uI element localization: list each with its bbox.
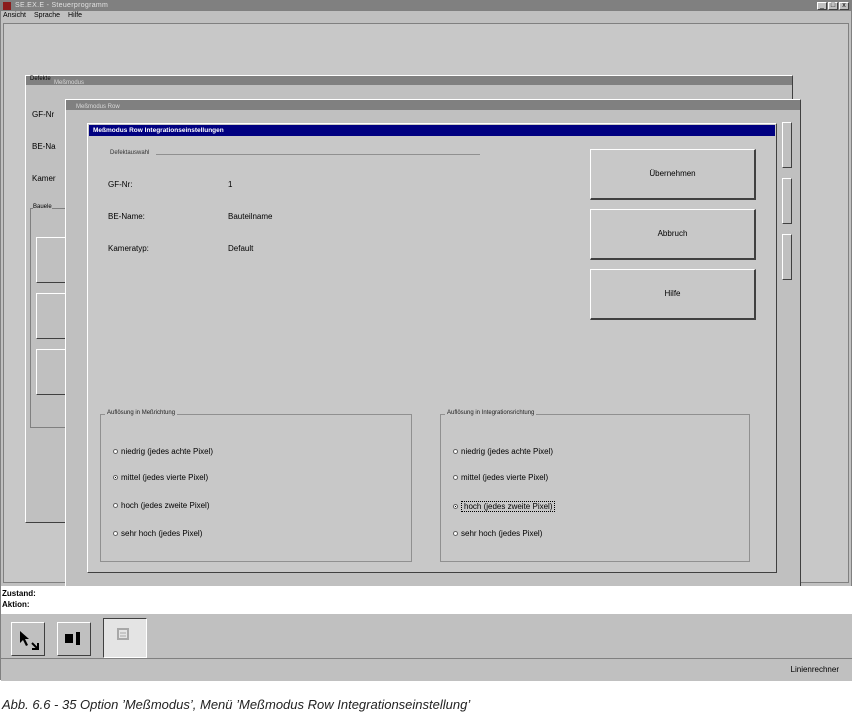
background-row-button-1[interactable] — [782, 122, 792, 168]
app-title: SE.EX.E - Steuerprogramm — [15, 2, 109, 9]
integration-settings-dialog: Meßmodus Row Integrationseinstellungen D… — [87, 123, 777, 573]
radio-integration-very-high[interactable]: sehr hoch (jedes Pixel) — [453, 529, 542, 538]
background-tab-label[interactable]: Defekte — [30, 76, 51, 82]
radio-measure-medium[interactable]: mittel (jedes vierte Pixel) — [113, 473, 208, 482]
radio-measure-high[interactable]: hoch (jedes zweite Pixel) — [113, 501, 209, 510]
background-label-gfnr: GF-Nr — [32, 110, 55, 119]
apply-button[interactable]: Übernehmen — [590, 149, 756, 200]
bottom-toolbar: Linienrechner — [1, 614, 852, 681]
radio-measure-low[interactable]: niedrig (jedes achte Pixel) — [113, 447, 213, 456]
bars-tool-icon — [65, 632, 80, 645]
disabled-tool-button[interactable] — [103, 618, 147, 658]
info-value-bename: Bauteilname — [228, 212, 273, 221]
group-measure-label: Auflösung in Meßrichtung — [105, 410, 178, 416]
radio-label: hoch (jedes zweite Pixel) — [121, 501, 210, 510]
background-dialog-titlebar: Meßmodus — [26, 76, 792, 86]
background-row-button-3[interactable] — [782, 234, 792, 280]
info-key-bename: BE-Name: — [108, 212, 145, 221]
bars-tool-button[interactable] — [57, 622, 91, 656]
background-row-button-2[interactable] — [782, 178, 792, 224]
radio-label: niedrig (jedes achte Pixel) — [461, 447, 554, 456]
info-frame-divider — [156, 154, 480, 155]
radio-label: mittel (jedes vierte Pixel) — [121, 473, 209, 482]
window-controls: _ □ x — [817, 2, 849, 10]
radio-integration-low[interactable]: niedrig (jedes achte Pixel) — [453, 447, 553, 456]
radio-label: niedrig (jedes achte Pixel) — [121, 447, 214, 456]
menubar: Ansicht Sprache Hilfe — [1, 11, 851, 21]
group-resolution-measure: Auflösung in Meßrichtung niedrig (jedes … — [100, 410, 412, 562]
status-area: Zustand: Aktion: — [1, 586, 852, 614]
radio-dot-selected — [113, 475, 118, 480]
menu-ansicht[interactable]: Ansicht — [3, 11, 26, 21]
status-mode-text: Linienrechner — [790, 665, 839, 674]
app-window: SE.EX.E - Steuerprogramm _ □ x Ansicht S… — [0, 0, 852, 681]
radio-dot — [453, 449, 458, 454]
background-row-titlebar: Meßmodus Row — [66, 100, 800, 110]
cancel-button[interactable]: Abbruch — [590, 209, 756, 260]
radio-dot — [113, 503, 118, 508]
radio-dot — [453, 531, 458, 536]
background-row-title: Meßmodus Row — [76, 104, 120, 110]
status-action-label: Aktion: — [2, 600, 30, 609]
group-resolution-integration: Auflösung in Integrationsrichtung niedri… — [440, 410, 750, 562]
background-group-label: Bauele — [33, 204, 52, 210]
disabled-tool-icon — [117, 628, 129, 640]
radio-label: sehr hoch (jedes Pixel) — [121, 529, 203, 538]
radio-label: sehr hoch (jedes Pixel) — [461, 529, 543, 538]
minimize-button[interactable]: _ — [817, 2, 827, 10]
status-state-label: Zustand: — [2, 589, 36, 598]
close-button[interactable]: x — [839, 2, 849, 10]
radio-dot-selected — [453, 504, 458, 509]
pointer-tool-icon — [20, 631, 39, 650]
radio-label: hoch (jedes zweite Pixel) — [461, 501, 556, 512]
pointer-tool-button[interactable] — [11, 622, 45, 656]
info-value-kameratyp: Default — [228, 244, 254, 253]
maximize-button[interactable]: □ — [828, 2, 838, 10]
app-titlebar: SE.EX.E - Steuerprogramm _ □ x — [1, 1, 851, 11]
radio-dot — [113, 449, 118, 454]
app-logo-icon — [3, 2, 11, 10]
menu-hilfe[interactable]: Hilfe — [68, 11, 82, 21]
radio-dot — [113, 531, 118, 536]
info-key-kameratyp: Kameratyp: — [108, 244, 149, 253]
figure-caption: Abb. 6.6 - 35 Option ’Meßmodus’, Menü ’M… — [2, 697, 471, 712]
background-label-kamera: Kamer — [32, 174, 56, 183]
help-button[interactable]: Hilfe — [590, 269, 756, 320]
info-value-gfnr: 1 — [228, 180, 233, 189]
menu-sprache[interactable]: Sprache — [34, 11, 60, 21]
info-key-gfnr: GF-Nr: — [108, 180, 133, 189]
background-label-bename: BE-Na — [32, 142, 56, 151]
radio-label: mittel (jedes vierte Pixel) — [461, 473, 549, 482]
dialog-titlebar: Meßmodus Row Integrationseinstellungen — [89, 125, 775, 136]
info-frame-label: Defektauswahl — [108, 150, 152, 156]
radio-measure-very-high[interactable]: sehr hoch (jedes Pixel) — [113, 529, 202, 538]
statusbar: Linienrechner — [1, 658, 852, 680]
radio-integration-high[interactable]: hoch (jedes zweite Pixel) — [453, 501, 556, 512]
group-integration-label: Auflösung in Integrationsrichtung — [445, 410, 537, 416]
radio-dot — [453, 475, 458, 480]
radio-integration-medium[interactable]: mittel (jedes vierte Pixel) — [453, 473, 548, 482]
